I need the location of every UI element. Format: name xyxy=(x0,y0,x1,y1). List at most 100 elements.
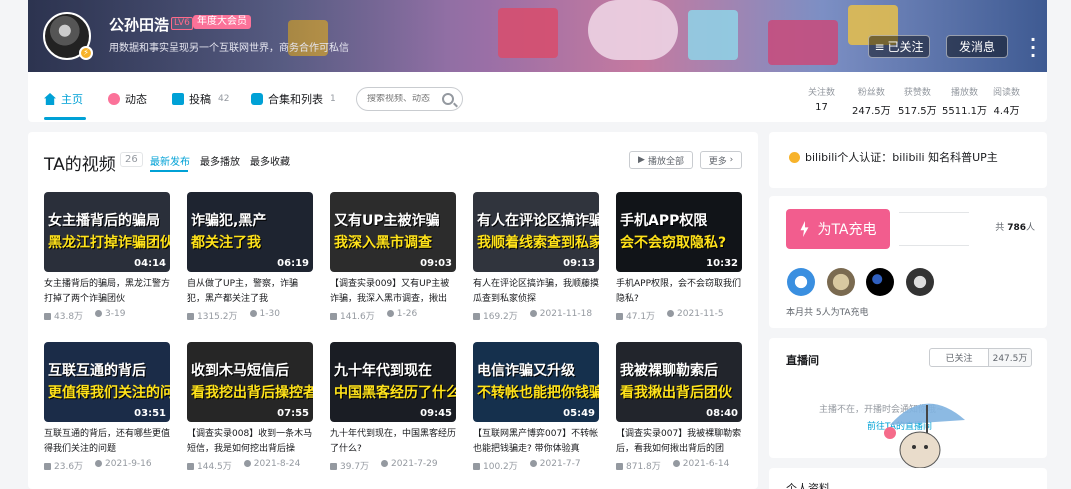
stat-label: 获赞数 xyxy=(903,88,931,98)
video-thumbnail[interactable]: 收到木马短信后 看我挖出背后操控者 07:55 xyxy=(187,342,313,422)
dynamic-icon xyxy=(108,93,120,105)
video-thumbnail[interactable]: 九十年代到现在 中国黑客经历了什么 09:45 xyxy=(330,342,456,422)
video-duration: 07:55 xyxy=(277,408,309,419)
charge-button[interactable]: 为TA充电 xyxy=(786,209,890,249)
publish-date: 2021-7-7 xyxy=(530,459,581,472)
stat-label: 粉丝数 xyxy=(857,88,885,98)
play-count: 100.2万 xyxy=(473,459,518,472)
thumbnail-caption: 我被裸聊勒索后 xyxy=(620,363,718,379)
video-card[interactable]: 互联互通的背后更值得我们关注的问题 03:51 互联互通的背后，还有哪些更值得我们关… xyxy=(44,342,170,472)
video-duration: 09:45 xyxy=(420,408,452,419)
video-title[interactable]: 九十年代到现在，中国黑客经历了什么? xyxy=(330,427,456,457)
play-count: 1315.2万 xyxy=(187,309,238,322)
live-followed-button[interactable]: 已关注 xyxy=(929,348,989,367)
video-card[interactable]: 女主播背后的骗局 黑龙江打掉诈骗团伙 04:14 女主播背后的骗局，黑龙江警方打掉了两… xyxy=(44,192,170,322)
play-count: 39.7万 xyxy=(330,459,369,472)
play-icon: ▶ xyxy=(638,155,645,165)
search-icon[interactable] xyxy=(442,93,454,105)
tab-dynamic[interactable]: 动态 xyxy=(108,91,147,107)
followed-label: 已关注 xyxy=(887,40,924,54)
video-card[interactable]: 手机APP权限 会不会窃取隐私? 10:32 手机APP权限，会不会窃取我们隐私? 47… xyxy=(616,192,742,322)
tab-collections[interactable]: 合集和列表 1 xyxy=(251,91,336,107)
play-count: 23.6万 xyxy=(44,459,83,472)
video-thumbnail[interactable]: 互联互通的背后更值得我们关注的问题 03:51 xyxy=(44,342,170,422)
thumbnail-caption: 不转帐也能把你钱骗走 xyxy=(477,385,599,401)
stat-label: 关注数 xyxy=(808,88,836,98)
charger-avatar[interactable] xyxy=(787,268,815,296)
home-icon xyxy=(44,93,56,105)
video-title[interactable]: 女主播背后的骗局，黑龙江警方打掉了两个诈骗团伙 xyxy=(44,277,170,307)
thumbnail-caption: 收到木马短信后 xyxy=(191,363,289,379)
charger-avatar[interactable] xyxy=(866,268,894,296)
video-duration: 09:13 xyxy=(563,258,595,269)
video-meta: 144.5万 2021-8-24 xyxy=(187,459,313,472)
stat-following[interactable]: 关注数 17 xyxy=(808,85,835,113)
search-box[interactable] xyxy=(356,87,463,111)
more-videos-button[interactable]: 更多 › xyxy=(700,151,742,169)
thumbnail-caption: 我深入黑市调查 xyxy=(334,235,432,251)
tab-uploads-label: 投稿 xyxy=(189,93,211,106)
live-room-title: 直播间 xyxy=(786,354,819,367)
video-card[interactable]: 我被裸聊勒索后 看我揪出背后团伙 08:40 【调查实录007】我被裸聊勒索后，看我如… xyxy=(616,342,742,472)
charger-avatar[interactable] xyxy=(906,268,934,296)
video-title[interactable]: 【互联网黑产博弈007】不转帐也能把钱骗走? 带你体验真 xyxy=(473,427,599,457)
video-thumbnail[interactable]: 我被裸聊勒索后 看我揪出背后团伙 08:40 xyxy=(616,342,742,422)
video-title[interactable]: 手机APP权限，会不会窃取我们隐私? xyxy=(616,277,742,307)
stat-label: 播放数 xyxy=(950,88,978,98)
video-title[interactable]: 【调查实录007】我被裸聊勒索后，看我如何揪出背后的团 xyxy=(616,427,742,457)
sort-most-favorited[interactable]: 最多收藏 xyxy=(250,153,290,168)
video-title[interactable]: 自从做了UP主，警察，诈骗犯，黑产都关注了我 xyxy=(187,277,313,307)
thumbnail-caption: 手机APP权限 xyxy=(620,213,708,229)
video-thumbnail[interactable]: 诈骗犯,黑产 都关注了我 06:19 xyxy=(187,192,313,272)
tab-home[interactable]: 主页 xyxy=(44,91,83,107)
tab-uploads[interactable]: 投稿 42 xyxy=(172,91,229,107)
video-thumbnail[interactable]: 女主播背后的骗局 黑龙江打掉诈骗团伙 04:14 xyxy=(44,192,170,272)
thumbnail-caption: 我顺着线索查到私家侦探 xyxy=(477,235,599,251)
video-thumbnail[interactable]: 有人在评论区搞诈骗我顺着线索查到私家侦探 09:13 xyxy=(473,192,599,272)
video-card[interactable]: 收到木马短信后 看我挖出背后操控者 07:55 【调查实录008】收到一条木马短信，我… xyxy=(187,342,313,472)
thumbnail-caption: 又有UP主被诈骗 xyxy=(334,213,440,229)
video-card[interactable]: 诈骗犯,黑产 都关注了我 06:19 自从做了UP主，警察，诈骗犯，黑产都关注了我 13… xyxy=(187,192,313,322)
video-icon xyxy=(172,93,184,105)
mascot-umbrella-illustration xyxy=(884,403,965,469)
charger-avatar[interactable] xyxy=(827,268,855,296)
publish-date: 2021-6-14 xyxy=(673,459,730,472)
play-all-label: 播放全部 xyxy=(647,156,684,167)
video-card[interactable]: 九十年代到现在 中国黑客经历了什么 09:45 九十年代到现在，中国黑客经历了什么? 3… xyxy=(330,342,456,472)
stat-value: 17 xyxy=(815,102,828,113)
certification-card: bilibili个人认证：bilibili 知名科普UP主 xyxy=(769,132,1047,188)
video-card[interactable]: 又有UP主被诈骗 我深入黑市调查 09:03 【调查实录009】又有UP主被诈骗，我深… xyxy=(330,192,456,322)
tab-collections-label: 合集和列表 xyxy=(268,93,323,106)
sort-latest[interactable]: 最新发布 xyxy=(150,153,190,168)
video-title[interactable]: 互联互通的背后，还有哪些更值得我们关注的问题 xyxy=(44,427,170,457)
video-duration: 03:51 xyxy=(134,408,166,419)
video-card[interactable]: 有人在评论区搞诈骗我顺着线索查到私家侦探 09:13 有人在评论区搞诈骗，我顺藤摸瓜… xyxy=(473,192,599,322)
followed-button[interactable]: ≡ 已关注 xyxy=(868,35,930,58)
search-input[interactable] xyxy=(367,94,443,104)
video-title[interactable]: 【调查实录009】又有UP主被诈骗，我深入黑市调查，揪出 xyxy=(330,277,456,307)
video-thumbnail[interactable]: 手机APP权限 会不会窃取隐私? 10:32 xyxy=(616,192,742,272)
video-duration: 05:49 xyxy=(563,408,595,419)
circuit-decoration xyxy=(899,212,969,246)
sort-most-played[interactable]: 最多播放 xyxy=(200,153,240,168)
verified-badge-icon: ⚡ xyxy=(79,46,93,60)
tab-home-label: 主页 xyxy=(61,93,83,106)
publish-date: 2021-7-29 xyxy=(381,459,438,472)
video-title[interactable]: 有人在评论区搞诈骗，我顺藤摸瓜查到私家侦探 xyxy=(473,277,599,307)
anime-character-decoration xyxy=(588,0,678,60)
play-all-button[interactable]: ▶ 播放全部 xyxy=(629,151,693,169)
profile-info-card: 个人资料 xyxy=(769,468,1047,489)
level-badge: LV6 xyxy=(171,17,193,30)
stat-value: 247.5万 xyxy=(852,106,891,117)
video-card[interactable]: 电信诈骗又升级不转帐也能把你钱骗走 05:49 【互联网黑产博弈007】不转帐也能把… xyxy=(473,342,599,472)
video-title[interactable]: 【调查实录008】收到一条木马短信，我是如何挖出背后操 xyxy=(187,427,313,457)
stat-likes: 获赞数 517.5万 xyxy=(898,85,937,117)
send-message-button[interactable]: 发消息 xyxy=(946,35,1008,58)
video-thumbnail[interactable]: 电信诈骗又升级不转帐也能把你钱骗走 05:49 xyxy=(473,342,599,422)
video-thumbnail[interactable]: 又有UP主被诈骗 我深入黑市调查 09:03 xyxy=(330,192,456,272)
more-options-icon[interactable]: · · · xyxy=(1030,32,1036,64)
thumbnail-caption: 有人在评论区搞诈骗 xyxy=(477,213,599,229)
collection-icon xyxy=(251,93,263,105)
stat-fans[interactable]: 粉丝数 247.5万 xyxy=(852,85,891,117)
banner-shade xyxy=(28,0,448,72)
